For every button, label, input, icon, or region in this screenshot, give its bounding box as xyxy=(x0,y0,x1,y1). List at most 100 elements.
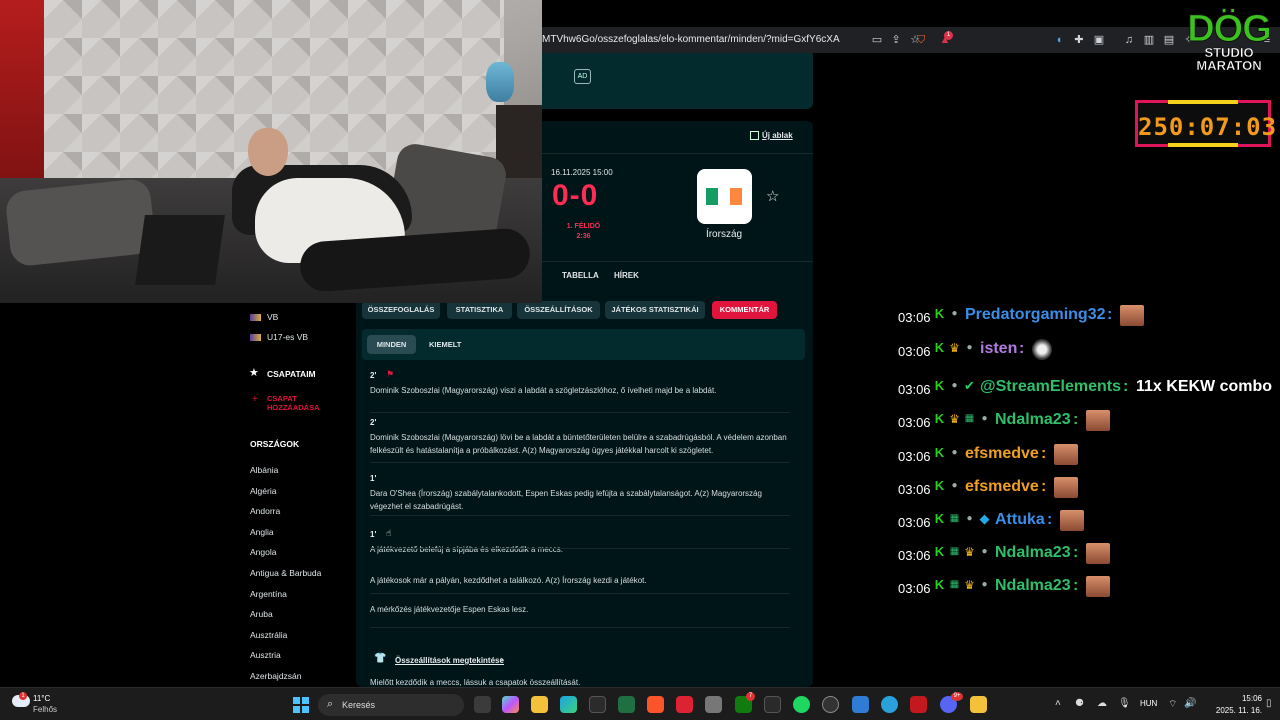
favorite-star-icon[interactable]: ☆ xyxy=(766,187,779,205)
photos-icon[interactable] xyxy=(764,696,781,713)
chat-username[interactable]: Ndalma23 xyxy=(995,577,1071,595)
chat-time: 03:06 xyxy=(898,548,931,563)
sidebar-country[interactable]: Azerbajdzsán xyxy=(250,671,302,681)
sidebar-country[interactable]: Aruba xyxy=(250,609,273,619)
window-icon[interactable]: ▣ xyxy=(1092,33,1106,47)
tab-osszefoglalas[interactable]: ÖSSZEFOGLALÁS xyxy=(362,301,440,319)
spotify-icon[interactable] xyxy=(793,696,810,713)
wifi-icon[interactable]: ⌔ xyxy=(1168,698,1177,711)
external-link-icon[interactable] xyxy=(750,131,759,140)
subscriber-badge: ● xyxy=(951,380,958,391)
volume-icon[interactable]: 🔊 xyxy=(1184,698,1196,709)
music-icon[interactable]: ♫ xyxy=(1122,33,1136,47)
tab-kommentar[interactable]: KOMMENTÁR xyxy=(712,301,777,319)
taskbar-search[interactable]: ⌕ Keresés xyxy=(318,694,464,716)
clock-time[interactable]: 15:06 xyxy=(1222,694,1262,703)
chat-username[interactable]: Ndalma23 xyxy=(995,411,1071,429)
tab-hirek[interactable]: HÍREK xyxy=(614,271,639,280)
brave-shield-icon[interactable]: ⛉ xyxy=(914,33,928,47)
microphone-icon[interactable]: 🎙 xyxy=(1118,698,1131,709)
extensions-icon[interactable]: ✚ xyxy=(1072,33,1086,47)
rockstar-icon[interactable] xyxy=(970,696,987,713)
sidebar-country[interactable]: Argentína xyxy=(250,589,287,599)
clock-date[interactable]: 2025. 11. 16. xyxy=(1200,706,1262,715)
windows-start-icon[interactable] xyxy=(293,697,309,713)
crown-badge: ♛ xyxy=(964,545,975,559)
filter-highlighted[interactable]: KIEMELT xyxy=(429,335,461,354)
edge-icon[interactable] xyxy=(560,696,577,713)
sidebar-country[interactable]: Ausztria xyxy=(250,650,281,660)
chat-time: 03:06 xyxy=(898,482,931,497)
app-red-icon[interactable] xyxy=(676,696,693,713)
flag-stripe xyxy=(706,188,718,205)
event-text: Dara O'Shea (Írország) szabálytalankodot… xyxy=(370,489,762,511)
chat-username[interactable]: efsmedve xyxy=(965,478,1039,496)
sidebar-country[interactable]: Algéria xyxy=(250,486,276,496)
weather-temperature[interactable]: 11°C xyxy=(33,694,50,703)
divider xyxy=(370,462,790,463)
weather-description[interactable]: Felhős xyxy=(33,705,57,714)
team-name[interactable]: Írország xyxy=(686,229,762,240)
chat-username[interactable]: isten xyxy=(980,340,1017,358)
wallet-icon[interactable]: ▤ xyxy=(1162,33,1176,47)
tab-jatekos-statisztikai[interactable]: JÁTÉKOS STATISZTIKÁI xyxy=(605,301,705,319)
sidebar-country[interactable]: Angola xyxy=(250,547,276,557)
team-flag[interactable] xyxy=(697,169,752,224)
kick-badge: K xyxy=(934,544,945,559)
sidebar-item-u17-vb[interactable]: U17-es VB xyxy=(250,332,308,342)
address-bar[interactable]: MTVhw6Go/osszefoglalas/elo-kommentar/min… xyxy=(542,34,840,45)
onedrive-icon[interactable]: ☁ xyxy=(1097,698,1107,709)
chat-colon: : xyxy=(1047,511,1053,528)
chat-username[interactable]: efsmedve xyxy=(965,445,1039,463)
star-icon: ★ xyxy=(249,367,259,379)
chat-time: 03:06 xyxy=(898,344,931,359)
copilot-icon[interactable] xyxy=(502,696,519,713)
sidebar-country[interactable]: Antigua & Barbuda xyxy=(250,568,321,578)
chat-badges: K ● xyxy=(933,479,963,495)
lineup-link[interactable]: Összeállítások megtekintése xyxy=(395,656,504,665)
sidebar-country[interactable]: Andorra xyxy=(250,506,280,516)
notification-icon[interactable]: ▯ xyxy=(1266,698,1272,709)
store-icon[interactable] xyxy=(589,696,606,713)
settings-icon[interactable] xyxy=(705,696,722,713)
webcam-overlay xyxy=(0,0,542,303)
subscriber-badge: ● xyxy=(966,342,973,353)
task-view-icon[interactable] xyxy=(474,696,491,713)
sidebar-country[interactable]: Albánia xyxy=(250,465,278,475)
tray-app-icon[interactable]: ⚈ xyxy=(1075,698,1084,709)
tab-tabella[interactable]: TABELLA xyxy=(562,271,599,280)
chevron-up-icon[interactable]: ˄ xyxy=(1055,698,1061,709)
tab-statisztika[interactable]: STATISZTIKA xyxy=(447,301,512,319)
sidebar-icon[interactable]: ▥ xyxy=(1142,33,1156,47)
language-indicator[interactable]: HUN xyxy=(1140,699,1157,708)
add-team-link[interactable]: CSAPAT HOZZÁADÁSA xyxy=(267,394,337,412)
telegram-icon[interactable] xyxy=(881,696,898,713)
brave-icon[interactable] xyxy=(647,696,664,713)
gift-badge: ▦ xyxy=(949,546,960,557)
share-icon[interactable]: ⇪ xyxy=(889,33,903,47)
sidebar-country[interactable]: Anglia xyxy=(250,527,274,537)
chat-time: 03:06 xyxy=(898,449,931,464)
app-s-icon[interactable] xyxy=(910,696,927,713)
chat-colon: : xyxy=(1073,411,1079,428)
new-window-link[interactable]: Új ablak xyxy=(762,131,793,140)
calculator-icon[interactable] xyxy=(852,696,869,713)
chat-badges: K ● xyxy=(933,307,963,323)
filter-all[interactable]: MINDEN xyxy=(367,335,416,354)
tab-osszeallitasok[interactable]: ÖSSZEÁLLÍTÁSOK xyxy=(517,301,600,319)
chat-username[interactable]: Attuka xyxy=(995,511,1045,529)
obs-icon[interactable] xyxy=(822,696,839,713)
terminal-icon[interactable] xyxy=(618,696,635,713)
speaker-icon[interactable]: ◖ xyxy=(1052,33,1066,47)
sidebar-country[interactable]: Ausztrália xyxy=(250,630,287,640)
chat-emote xyxy=(1086,543,1110,564)
chat-badges: K ● xyxy=(933,446,963,462)
chat-username[interactable]: Ndalma23 xyxy=(995,544,1071,562)
cast-icon[interactable]: ▭ xyxy=(870,33,884,47)
file-explorer-icon[interactable] xyxy=(531,696,548,713)
gift-badge: ▦ xyxy=(964,413,975,424)
chat-username[interactable]: @StreamElements xyxy=(980,378,1121,396)
chat-badges: K ▦ ♛ ● xyxy=(933,578,993,594)
chat-username[interactable]: Predatorgaming32 xyxy=(965,306,1105,324)
sidebar-item-vb[interactable]: VB xyxy=(250,312,278,322)
